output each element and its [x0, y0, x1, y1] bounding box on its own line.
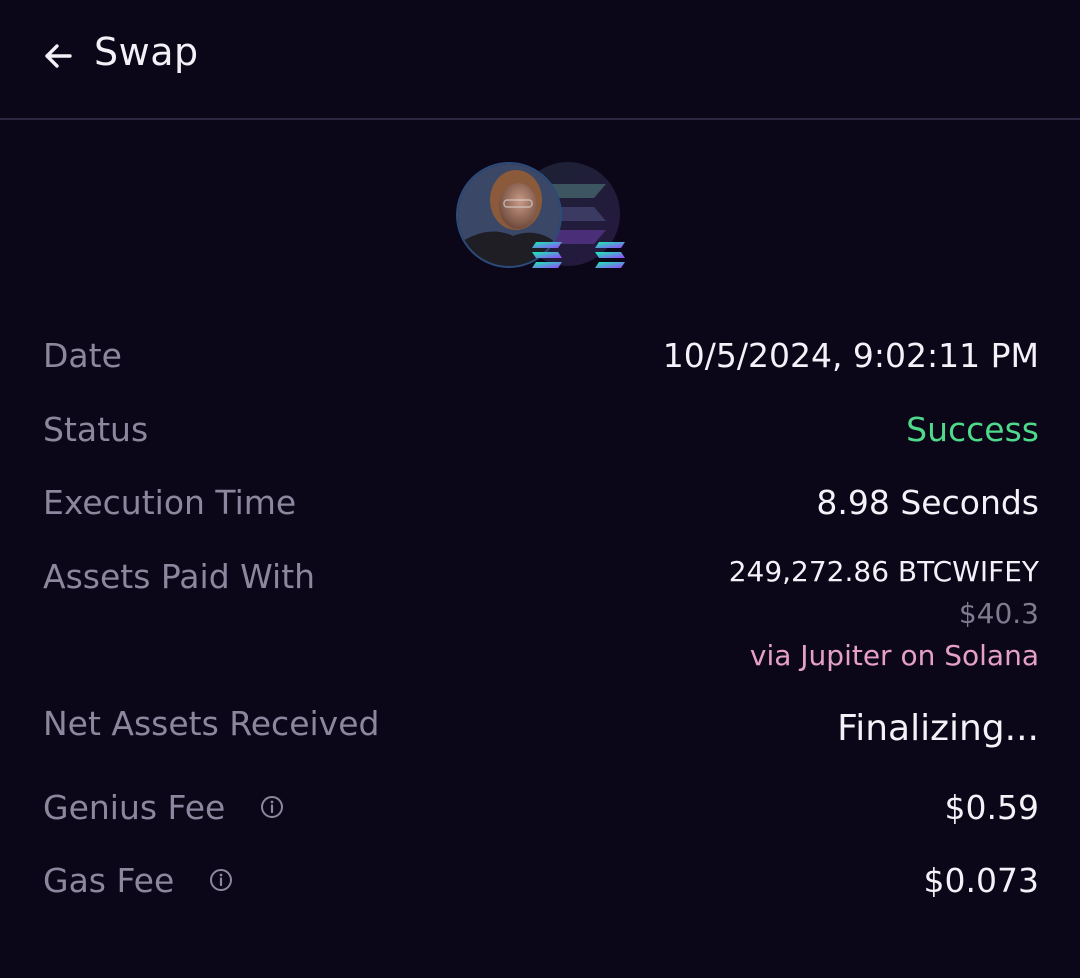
genius-fee-value: $0.59 — [944, 788, 1039, 827]
gas-fee-label: Gas Fee — [43, 861, 233, 900]
assets-paid-route: via Jupiter on Solana — [749, 639, 1039, 672]
solana-chain-icon — [532, 242, 562, 268]
solana-chain-icon — [595, 242, 625, 268]
assets-paid-usd: $40.3 — [958, 597, 1039, 630]
execution-time-value: 8.98 Seconds — [816, 483, 1039, 522]
date-value: 10/5/2024, 9:02:11 PM — [662, 336, 1039, 375]
net-received-value: Finalizing... — [837, 708, 1039, 749]
page-title: Swap — [94, 30, 199, 74]
status-label: Status — [43, 410, 149, 449]
status-value: Success — [906, 410, 1039, 449]
token-pair — [456, 160, 632, 272]
net-received-label: Net Assets Received — [43, 704, 380, 743]
assets-paid-amount: 249,272.86 BTCWIFEY — [728, 555, 1039, 588]
gas-fee-value: $0.073 — [923, 861, 1039, 900]
genius-fee-label: Genius Fee — [43, 788, 284, 827]
genius-fee-label-text: Genius Fee — [43, 788, 226, 827]
assets-paid-label: Assets Paid With — [43, 557, 316, 596]
date-label: Date — [43, 336, 122, 375]
execution-time-label: Execution Time — [43, 483, 297, 522]
info-icon[interactable] — [260, 795, 284, 819]
gas-fee-label-text: Gas Fee — [43, 861, 175, 900]
back-button[interactable] — [36, 34, 80, 78]
header-bar: Swap — [0, 0, 1080, 120]
arrow-left-icon — [45, 44, 72, 68]
info-icon[interactable] — [209, 868, 233, 892]
